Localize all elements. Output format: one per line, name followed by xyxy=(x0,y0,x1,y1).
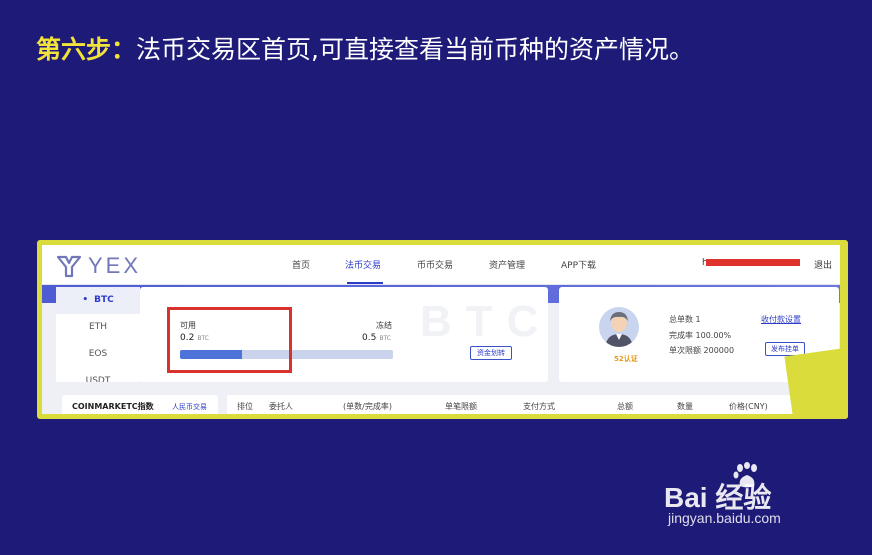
completion-rate: 完成率 100.00% xyxy=(669,331,732,340)
coin-watermark: BTC xyxy=(420,297,553,346)
coin-item-btc[interactable]: BTC xyxy=(56,287,140,314)
single-limit: 单次限额 200000 xyxy=(669,346,735,355)
baidu-url: jingyan.baidu.com xyxy=(668,510,781,526)
redaction-bar xyxy=(706,259,800,266)
col-orders-rate[interactable]: (单数/完成率) xyxy=(343,401,392,412)
frozen-unit: BTC xyxy=(379,335,391,342)
nav-fiat-trading[interactable]: 法币交易 xyxy=(345,258,381,271)
balance-card: BTC 可用 0.2 BTC 冻结 0.5 BTC 资金划转 xyxy=(140,287,548,382)
nav-coin-trading[interactable]: 币币交易 xyxy=(417,258,453,271)
highlight-box xyxy=(167,307,292,373)
slide-title: 第六步：法币交易区首页,可直接查看当前币种的资产情况。 xyxy=(36,30,694,66)
top-nav: YEX 首页 法币交易 币币交易 资产管理 APP下载 h 退出 xyxy=(42,245,840,285)
active-tab-indicator xyxy=(347,282,383,284)
yex-logo-icon xyxy=(56,255,82,278)
screenshot-frame: YEX 首页 法币交易 币币交易 资产管理 APP下载 h 退出 BTC ETH… xyxy=(37,240,848,419)
nav-app-download[interactable]: APP下载 xyxy=(561,258,596,271)
app-screen: YEX 首页 法币交易 币币交易 资产管理 APP下载 h 退出 BTC ETH… xyxy=(42,245,840,414)
frame-corner xyxy=(784,348,848,419)
cny-trading-link[interactable]: 人民币交易 xyxy=(172,402,207,412)
order-count: 总单数 1 xyxy=(669,315,701,324)
index-panel: COINMARKETC指数 人民币交易 xyxy=(62,395,218,414)
orders-table-header: 排位 委托人 (单数/完成率) 单笔限额 支付方式 总额 数量 价格(CNY) xyxy=(227,395,840,414)
frozen-value: 0.5 xyxy=(362,333,377,343)
col-total[interactable]: 总额 xyxy=(617,401,633,412)
baidu-watermark: Bai 经验 jingyan.baidu.com xyxy=(664,462,824,532)
logo[interactable]: YEX xyxy=(56,253,141,279)
user-avatar-icon xyxy=(605,312,633,347)
index-title: COINMARKETC指数 xyxy=(72,402,154,411)
col-limit[interactable]: 单笔限额 xyxy=(445,401,477,412)
col-quantity[interactable]: 数量 xyxy=(677,401,693,412)
col-price[interactable]: 价格(CNY) xyxy=(729,401,768,412)
coin-list: BTC ETH EOS USDT xyxy=(56,287,140,382)
frozen-label: 冻结 xyxy=(376,321,392,330)
logout-link[interactable]: 退出 xyxy=(814,258,832,271)
coin-item-usdt[interactable]: USDT xyxy=(56,368,140,382)
nav-asset-management[interactable]: 资产管理 xyxy=(489,258,525,271)
certification-badge: 52认证 xyxy=(614,355,638,363)
step-description: 法币交易区首页,可直接查看当前币种的资产情况。 xyxy=(136,35,694,64)
step-label: 第六步： xyxy=(36,35,137,64)
transfer-button[interactable]: 资金划转 xyxy=(470,346,512,360)
payment-settings-link[interactable]: 收付款设置 xyxy=(761,314,801,325)
frozen-amount: 0.5 BTC xyxy=(362,333,391,343)
col-client[interactable]: 委托人 xyxy=(269,401,293,412)
nav-home[interactable]: 首页 xyxy=(292,258,310,271)
coin-item-eos[interactable]: EOS xyxy=(56,341,140,368)
logo-text: YEX xyxy=(88,253,142,278)
avatar xyxy=(599,307,639,347)
col-payment[interactable]: 支付方式 xyxy=(523,401,555,412)
col-rank[interactable]: 排位 xyxy=(237,401,253,412)
coin-item-eth[interactable]: ETH xyxy=(56,314,140,341)
